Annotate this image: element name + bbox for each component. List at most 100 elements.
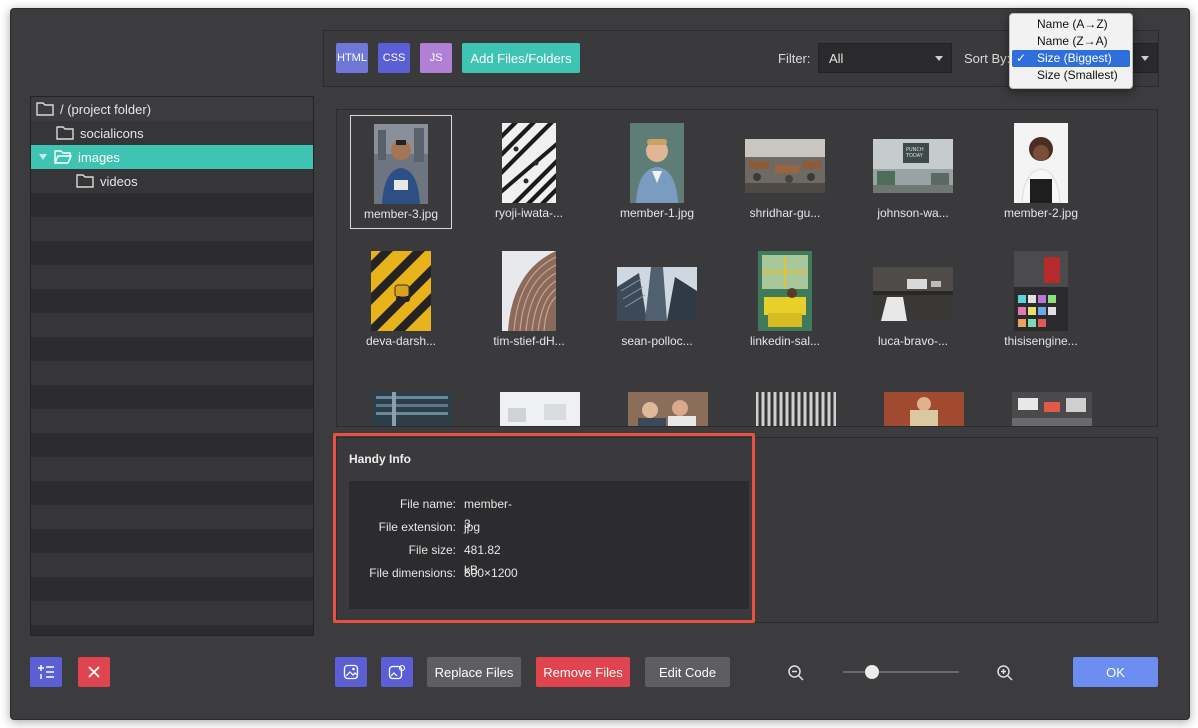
tree-item-project-folder[interactable]: / (project folder) [31,97,313,121]
thumbnail-image [630,123,684,203]
svg-text:TODAY: TODAY [905,153,924,159]
tree-item-label: videos [100,173,138,189]
tree-item-images[interactable]: images [31,145,313,169]
folder-icon [36,102,54,116]
tree-item-label: images [78,149,120,165]
thumbnail-image [1014,251,1068,331]
file-name: tim-stief-dH... [493,334,565,348]
info-value: 800×1200 [464,566,518,580]
file-name: ryoji-iwata-... [494,206,563,220]
thumbnail-image [758,251,812,331]
folder-icon [56,126,74,140]
folder-tree: / (project folder) socialicons images vi… [30,96,314,636]
sort-option-label: Size (Biggest) [1037,51,1112,65]
thumbnail-image [500,392,580,426]
thumbnail-image [374,124,428,204]
replace-files-button[interactable]: Replace Files [427,657,521,687]
js-filter-button[interactable]: JS [420,43,452,73]
chevron-down-icon [935,56,943,61]
thumbnail-image [617,267,697,321]
file-item-member-3[interactable]: member-3.jpg [350,115,452,229]
zoom-in-icon[interactable] [996,664,1014,682]
zoom-out-icon[interactable] [787,664,805,682]
sort-option-name-za[interactable]: Name (Z→A) [1012,33,1130,50]
image-button[interactable] [335,657,367,687]
file-name: deva-darsh... [365,334,437,348]
file-item-linkedin-sal[interactable]: linkedin-sal... [734,243,836,357]
filter-select-value: All [829,50,844,66]
zoom-slider[interactable] [843,663,959,681]
css-filter-button[interactable]: CSS [378,43,410,73]
sort-option-label: Name (A→Z) [1037,17,1108,31]
file-name: member-1.jpg [619,206,695,220]
thumbnail-image [502,123,556,203]
sort-option-size-biggest[interactable]: ✓ Size (Biggest) [1012,50,1130,67]
file-item-deva-darsh[interactable]: deva-darsh... [350,243,452,357]
file-item-shridhar-gu[interactable]: shridhar-gu... [734,115,836,229]
file-item-member-1[interactable]: member-1.jpg [606,115,708,229]
sort-option-name-az[interactable]: Name (A→Z) [1012,16,1130,33]
file-item-luca-bravo[interactable]: luca-bravo-... [862,243,964,357]
file-item-ryoji-iwata[interactable]: ryoji-iwata-... [478,115,580,229]
file-item-tim-stief[interactable]: tim-stief-dH... [478,243,580,357]
file-item-member-2[interactable]: member-2.jpg [990,115,1092,229]
file-name: shridhar-gu... [749,206,821,220]
filter-label: Filter: [778,51,811,66]
sort-option-label: Size (Smallest) [1037,68,1118,82]
file-name: member-3.jpg [363,207,439,221]
file-name: thisisengine... [1004,334,1078,348]
image-icon [343,664,359,680]
thumbnail-image [502,251,556,331]
file-name: member-2.jpg [1003,206,1079,220]
remove-files-button[interactable]: Remove Files [536,657,630,687]
thumbnail-image [1012,392,1092,426]
html-filter-button[interactable]: HTML [336,43,368,73]
add-list-icon [38,665,54,679]
info-key: File dimensions: [369,566,456,580]
folder-open-icon [54,150,72,164]
zoom-slider-thumb[interactable] [865,665,879,679]
tree-item-label: / (project folder) [60,101,152,117]
filter-select[interactable]: All [818,43,952,73]
thumbnail-image [745,139,825,193]
tree-item-socialicons[interactable]: socialicons [31,121,313,145]
expand-triangle-icon[interactable] [38,152,48,162]
sort-dropdown-menu: Name (A→Z) Name (Z→A) ✓ Size (Biggest) Si… [1009,13,1133,89]
file-name: linkedin-sal... [749,334,821,348]
edit-code-button[interactable]: Edit Code [645,657,730,687]
sort-label: Sort By: [964,51,1011,66]
info-key: File extension: [378,520,456,534]
add-files-folders-button[interactable]: Add Files/Folders [462,43,580,73]
info-value: jpg [464,520,481,534]
chevron-down-icon [1141,56,1149,61]
close-icon [88,666,100,678]
sort-option-size-smallest[interactable]: Size (Smallest) [1012,67,1130,84]
delete-folder-button[interactable] [78,657,110,687]
checkmark-icon: ✓ [1016,51,1027,65]
file-item-thisisengine[interactable]: thisisengine... [990,243,1092,357]
thumbnail-image [1014,123,1068,203]
thumbnail-image: PUNCHTODAY [873,139,953,193]
thumbnail-image [756,392,836,426]
info-key: File size: [408,543,456,557]
folder-icon [76,174,94,188]
thumbnail-image [884,392,964,426]
thumbnail-image [371,251,431,331]
file-name: johnson-wa... [877,206,949,220]
file-item-sean-polloc[interactable]: sean-polloc... [606,243,708,357]
tree-item-label: socialicons [80,125,144,141]
file-name: sean-polloc... [621,334,693,348]
sort-option-label: Name (Z→A) [1037,34,1108,48]
image-settings-button[interactable] [381,657,413,687]
image-settings-icon [388,664,406,680]
info-title: Handy Info [349,452,411,466]
asset-manager-window: HTML CSS JS Add Files/Folders Filter: Al… [10,8,1190,720]
file-info-box: File name: member-3 File extension: jpg … [349,481,749,609]
ok-button[interactable]: OK [1073,657,1158,687]
add-folder-button[interactable] [30,657,62,687]
file-name: luca-bravo-... [877,334,949,348]
file-item-johnson-wa[interactable]: PUNCH TODAY johnson-wa... [862,115,964,229]
file-grid: member-3.jpg ryoji-iwata-... member-1.jp… [336,109,1158,427]
tree-item-videos[interactable]: videos [31,169,313,193]
thumbnail-image [873,267,953,321]
